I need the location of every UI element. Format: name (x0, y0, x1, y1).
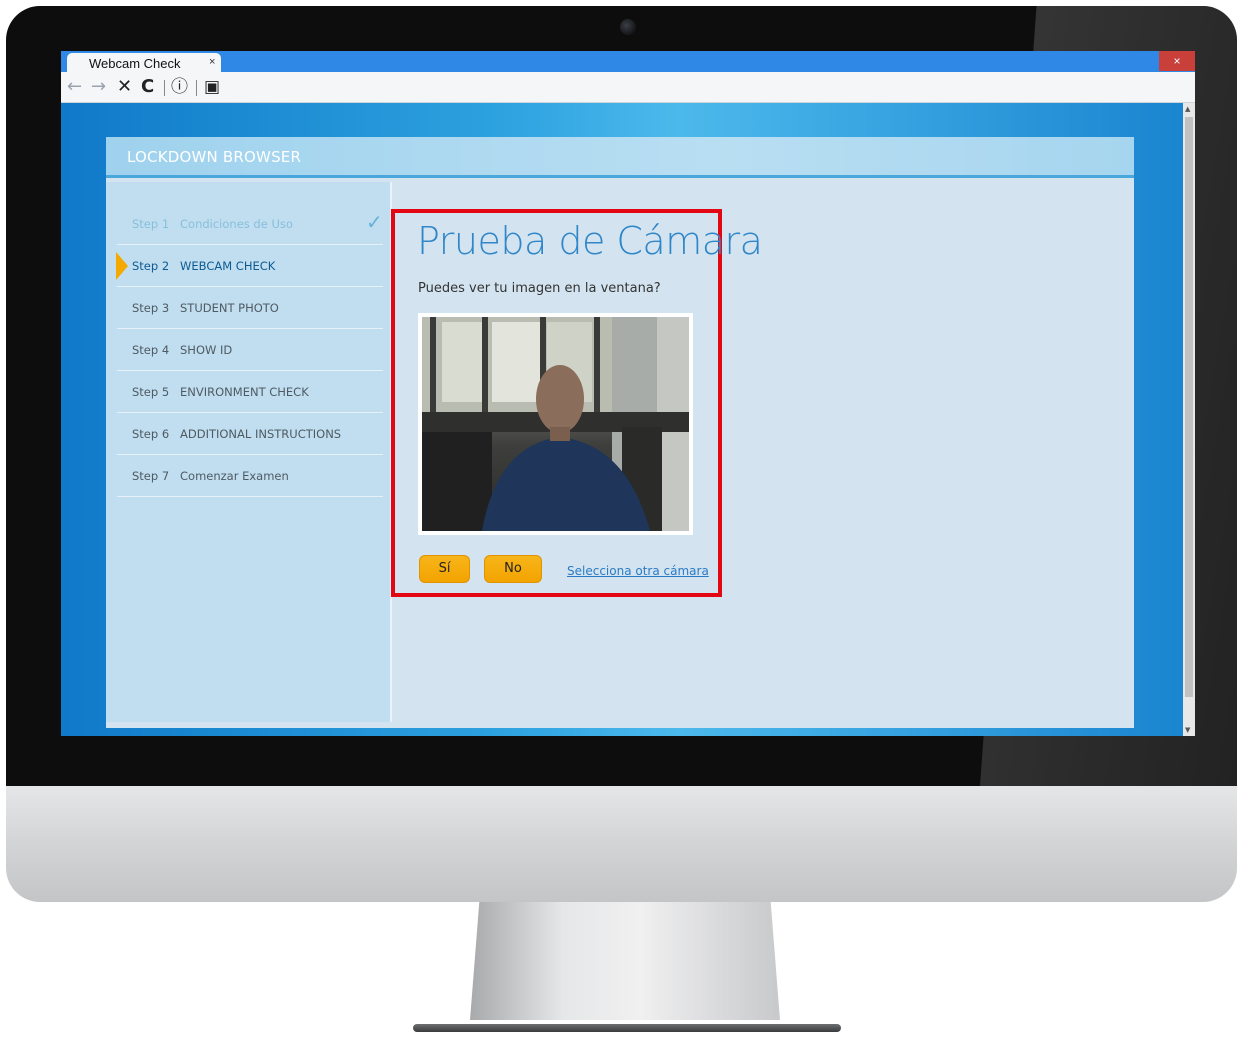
step-item-3[interactable]: Step 3 STUDENT PHOTO (117, 287, 383, 329)
browser-toolbar: ← → ✕ C ⓘ ▣ (61, 72, 1195, 103)
toolbar-separator (196, 80, 197, 96)
step-label: ADDITIONAL INSTRUCTIONS (180, 427, 342, 441)
webcam-image (422, 317, 689, 531)
app-header: LOCKDOWN BROWSER (106, 137, 1134, 178)
step-number: Step 6 (132, 427, 170, 441)
yes-button[interactable]: Sí (419, 555, 470, 583)
scroll-up-icon[interactable]: ▲ (1185, 105, 1190, 113)
browser-window: Webcam Check × × ← → ✕ C ⓘ ▣ LOCKDOWN BR… (61, 51, 1195, 736)
stop-icon[interactable]: ✕ (117, 77, 132, 97)
forward-icon[interactable]: → (91, 77, 106, 97)
step-number: Step 4 (132, 343, 170, 357)
no-button[interactable]: No (484, 555, 542, 583)
tab-strip: Webcam Check × × (61, 51, 1195, 72)
step-label: STUDENT PHOTO (180, 301, 279, 315)
webcam-question: Puedes ver tu imagen en la ventana? (418, 281, 661, 296)
step-item-2[interactable]: Step 2 WEBCAM CHECK (116, 245, 383, 287)
monitor-stand-base (413, 1024, 841, 1032)
webcam-preview-frame (418, 313, 693, 535)
vertical-scrollbar[interactable]: ▲ ▼ (1183, 103, 1195, 736)
step-item-4[interactable]: Step 4 SHOW ID (117, 329, 383, 371)
monitor-chin (6, 786, 1237, 902)
page-content: LOCKDOWN BROWSER Step 1 Condiciones de U… (61, 103, 1183, 736)
window-close-button[interactable]: × (1159, 51, 1195, 71)
toolbar-separator (164, 80, 165, 96)
monitor-stand (470, 902, 780, 1020)
checkmark-icon: ✓ (366, 210, 383, 234)
step-number: Step 5 (132, 385, 170, 399)
step-label: SHOW ID (180, 343, 233, 357)
main-panel: Step 1 Condiciones de Uso ✓ Step 2 WEBCA… (106, 178, 1134, 728)
step-number: Step 3 (132, 301, 170, 315)
step-item-7[interactable]: Step 7 Comenzar Examen (117, 455, 383, 497)
steps-sidebar: Step 1 Condiciones de Uso ✓ Step 2 WEBCA… (106, 182, 392, 722)
step-item-1[interactable]: Step 1 Condiciones de Uso ✓ (117, 203, 383, 245)
step-label: ENVIRONMENT CHECK (180, 385, 309, 399)
current-step-arrow-icon (116, 252, 128, 280)
step-label: Condiciones de Uso (180, 217, 293, 231)
monitor-camera-icon (620, 19, 636, 35)
tab-close-icon[interactable]: × (209, 56, 215, 68)
info-icon[interactable]: ⓘ (171, 77, 188, 97)
step-number: Step 1 (132, 217, 170, 231)
scrollbar-thumb[interactable] (1185, 117, 1193, 697)
webcam-preview (422, 317, 689, 531)
page-title: Prueba de Cámara (417, 219, 763, 263)
browser-tab[interactable]: Webcam Check × (67, 53, 221, 72)
scroll-down-icon[interactable]: ▼ (1185, 726, 1190, 734)
app-title: LOCKDOWN BROWSER (127, 148, 302, 166)
step-label: WEBCAM CHECK (180, 259, 276, 273)
step-number: Step 2 (132, 259, 170, 273)
step-item-5[interactable]: Step 5 ENVIRONMENT CHECK (117, 371, 383, 413)
step-item-6[interactable]: Step 6 ADDITIONAL INSTRUCTIONS (117, 413, 383, 455)
back-icon[interactable]: ← (67, 77, 82, 97)
step-label: Comenzar Examen (180, 469, 289, 483)
select-other-camera-link[interactable]: Selecciona otra cámara (567, 564, 709, 578)
reload-icon[interactable]: C (141, 77, 154, 97)
step-number: Step 7 (132, 469, 170, 483)
tab-title: Webcam Check (89, 56, 181, 71)
reader-icon[interactable]: ▣ (204, 77, 220, 97)
